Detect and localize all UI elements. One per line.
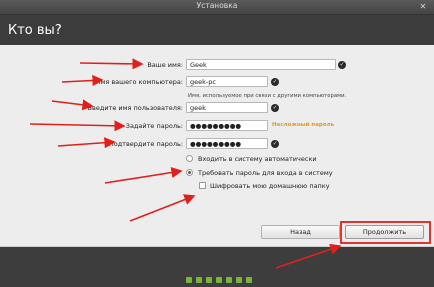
- window-title: Установка: [196, 1, 238, 10]
- progress-step-dot: [206, 277, 212, 283]
- password-label: Задайте пароль:: [125, 122, 183, 130]
- progress-step-dot: [216, 277, 222, 283]
- progress-step-dot: [226, 277, 232, 283]
- close-icon[interactable]: ✕: [418, 2, 428, 12]
- auto-login-radio[interactable]: [186, 155, 193, 162]
- progress-dots: [186, 268, 256, 283]
- continue-button[interactable]: Продолжить: [345, 225, 424, 239]
- page-title: Кто вы?: [8, 23, 62, 38]
- password-strength: Несложный пароль: [272, 122, 335, 128]
- confirm-password-label: Подтвердите пароль:: [108, 140, 183, 148]
- username-input[interactable]: [186, 102, 268, 113]
- footer-bar: [0, 247, 434, 287]
- progress-step-dot: [236, 277, 242, 283]
- require-password-radio[interactable]: [186, 169, 193, 176]
- name-valid-check-icon: ✓: [338, 61, 346, 69]
- progress-step-dot: [186, 277, 192, 283]
- back-button[interactable]: Назад: [261, 225, 340, 239]
- name-label: Ваше имя:: [147, 61, 183, 69]
- encrypt-home-checkbox[interactable]: [199, 182, 206, 189]
- form-panel: Ваше имя: ✓ Имя вашего компьютера: ✓ Имя…: [0, 45, 434, 247]
- auto-login-label[interactable]: Входить в систему автоматически: [198, 155, 317, 163]
- computer-name-input[interactable]: [186, 76, 268, 87]
- progress-step-dot: [246, 277, 252, 283]
- computer-name-hint: Имя, используемое при связи с другими ко…: [188, 93, 347, 99]
- password-input[interactable]: [186, 120, 268, 131]
- title-bar: Установка ✕: [0, 0, 434, 15]
- progress-step-dot: [196, 277, 202, 283]
- require-password-label[interactable]: Требовать пароль для входа в систему: [198, 169, 333, 177]
- page-header: Кто вы?: [0, 15, 434, 45]
- confirm-password-valid-check-icon: ✓: [271, 140, 279, 148]
- encrypt-home-label[interactable]: Шифровать мою домашнюю папку: [210, 182, 330, 190]
- computer-name-label: Имя вашего компьютера:: [95, 78, 183, 86]
- confirm-password-input[interactable]: [186, 138, 268, 149]
- username-label: Введите имя пользователя:: [87, 104, 183, 112]
- username-valid-check-icon: ✓: [271, 104, 279, 112]
- computer-name-valid-check-icon: ✓: [271, 78, 279, 86]
- name-input[interactable]: [186, 59, 336, 70]
